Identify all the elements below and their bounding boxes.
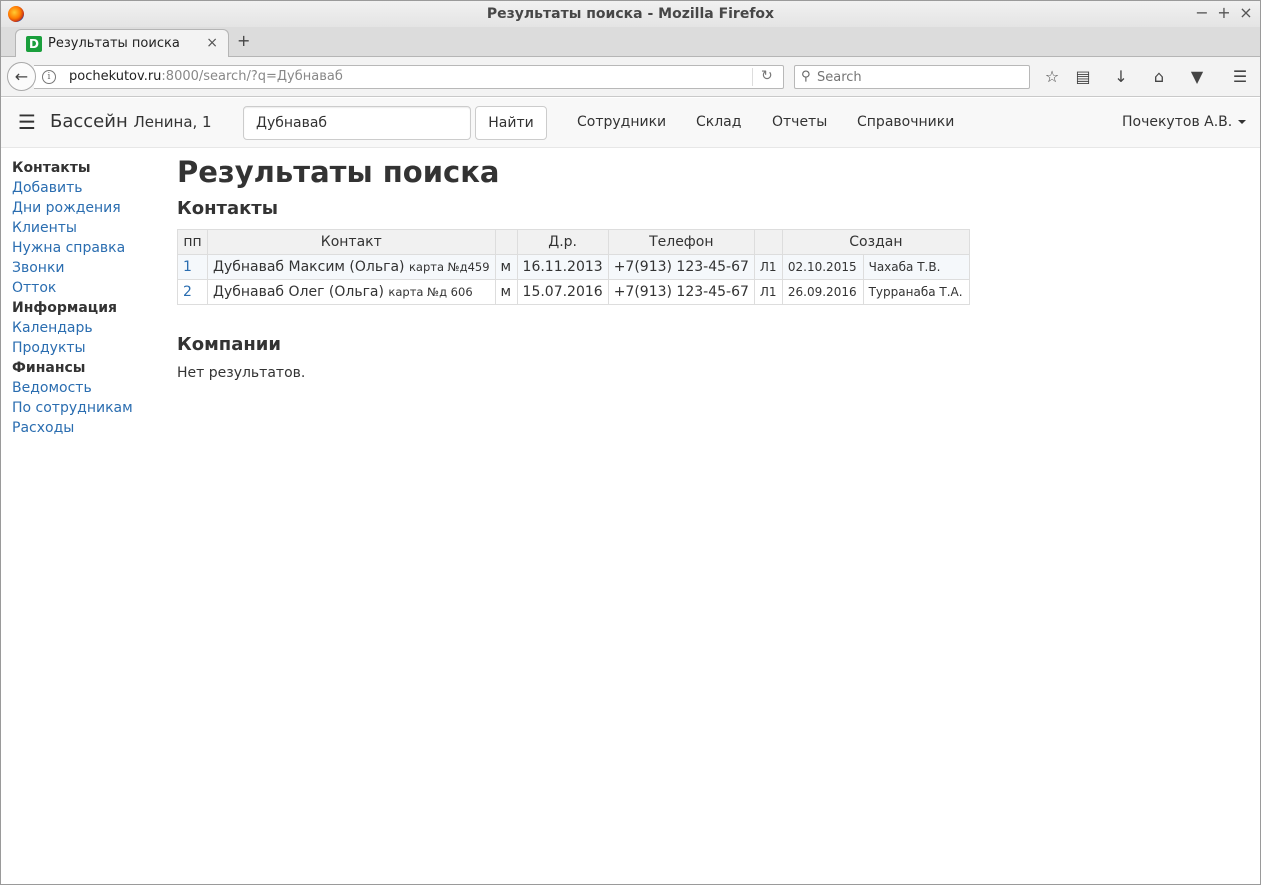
col-header-created: Создан (781, 229, 970, 255)
created-by-cell: Чахаба Т.В. (862, 254, 970, 280)
sidebar-item-churn[interactable]: Отток (12, 278, 162, 298)
sidebar-item-calls[interactable]: Звонки (12, 258, 162, 278)
col-header-number: пп (177, 229, 208, 255)
brand-name: Бассейн (50, 111, 128, 132)
hamburger-menu-icon[interactable]: ☰ (18, 110, 36, 134)
companies-section-title: Компании (177, 334, 282, 355)
phone-cell: +7(913) 123-45-67 (607, 254, 755, 280)
bookmark-star-icon[interactable]: ☆ (1042, 67, 1062, 87)
caret-down-icon (1238, 120, 1247, 124)
browser-window: Результаты поиска - Mozilla Firefox − + … (0, 0, 1261, 885)
col-header-phone: Телефон (607, 229, 755, 255)
back-button[interactable]: ← (7, 62, 36, 91)
url-separator (752, 68, 753, 86)
main-content: Результаты поиска Контакты пп Контакт Д.… (177, 154, 1177, 381)
card-number: карта №д459 (408, 260, 490, 274)
row-number-link[interactable]: 1 (183, 259, 192, 275)
browser-search-box[interactable]: ⚲ (794, 65, 1030, 89)
sidebar-item-need-certificate[interactable]: Нужна справка (12, 238, 162, 258)
sidebar-group-finance: Финансы (12, 360, 86, 376)
col-header-code (753, 229, 783, 255)
contact-name: Дубнаваб Олег (Ольга) (213, 284, 384, 300)
maximize-button[interactable]: + (1216, 4, 1232, 22)
tab-search-results[interactable]: D Результаты поиска × (15, 29, 229, 58)
downloads-icon[interactable]: ↓ (1111, 67, 1131, 87)
sidebar-item-statement[interactable]: Ведомость (12, 378, 162, 398)
row-number: 2 (177, 279, 208, 305)
contact-name: Дубнаваб Максим (Ольга) (213, 259, 405, 275)
birthdate-cell: 15.07.2016 (516, 279, 609, 305)
sidebar-item-add[interactable]: Добавить (12, 178, 162, 198)
reading-list-icon[interactable]: ▤ (1073, 67, 1093, 87)
created-date-cell: 26.09.2016 (781, 279, 864, 305)
tab-label: Результаты поиска (48, 36, 180, 51)
code-cell: Л1 (753, 254, 783, 280)
contact-cell: Дубнаваб Олег (Ольга) карта №д 606 (207, 279, 496, 305)
created-date-cell: 02.10.2015 (781, 254, 864, 280)
sidebar-group-contacts: Контакты (12, 160, 91, 176)
brand-address: Ленина, 1 (133, 113, 212, 131)
row-number-link[interactable]: 2 (183, 284, 192, 300)
back-arrow-icon: ← (14, 67, 29, 86)
sidebar-item-calendar[interactable]: Календарь (12, 318, 162, 338)
nav-references[interactable]: Справочники (857, 114, 954, 130)
nav-reports[interactable]: Отчеты (772, 114, 827, 130)
navigation-toolbar: i pochekutov.ru:8000/search/?q=Дубнаваб … (1, 57, 1260, 97)
sidebar-item-products[interactable]: Продукты (12, 338, 162, 358)
sidebar-item-expenses[interactable]: Расходы (12, 418, 162, 438)
menu-icon[interactable]: ☰ (1230, 67, 1250, 87)
table-row: 2 Дубнаваб Олег (Ольга) карта №д 606 м 1… (177, 279, 970, 305)
magnifier-icon: ⚲ (801, 69, 811, 84)
url-bar[interactable]: i pochekutov.ru:8000/search/?q=Дубнаваб … (34, 65, 784, 89)
home-icon[interactable]: ⌂ (1149, 67, 1169, 87)
nav-warehouse[interactable]: Склад (696, 114, 741, 130)
created-by-cell: Турранаба Т.А. (862, 279, 970, 305)
site-favicon-icon: D (26, 36, 42, 52)
card-number: карта №д 606 (388, 285, 473, 299)
sidebar: Контакты Добавить Дни рождения Клиенты Н… (12, 158, 162, 438)
contact-cell: Дубнаваб Максим (Ольга) карта №д459 (207, 254, 496, 280)
phone-cell: +7(913) 123-45-67 (607, 279, 755, 305)
col-header-gender (494, 229, 518, 255)
tab-strip: D Результаты поиска × + (1, 27, 1260, 58)
search-input[interactable] (243, 106, 471, 140)
gender-cell: м (494, 279, 518, 305)
user-menu[interactable]: Почекутов А.В. (1122, 114, 1247, 130)
sidebar-item-by-employees[interactable]: По сотрудникам (12, 398, 162, 418)
tab-close-button[interactable]: × (206, 35, 218, 51)
col-header-contact: Контакт (207, 229, 496, 255)
close-window-button[interactable]: × (1238, 4, 1254, 22)
table-row: 1 Дубнаваб Максим (Ольга) карта №д459 м … (177, 254, 970, 280)
brand[interactable]: Бассейн Ленина, 1 (50, 111, 212, 132)
url-text[interactable]: pochekutov.ru:8000/search/?q=Дубнаваб (69, 69, 343, 84)
browser-search-input[interactable] (817, 68, 1017, 86)
title-bar: Результаты поиска - Mozilla Firefox − + … (1, 1, 1260, 27)
gender-cell: м (494, 254, 518, 280)
sidebar-item-birthdays[interactable]: Дни рождения (12, 198, 162, 218)
table-header-row: пп Контакт Д.р. Телефон Создан (177, 229, 970, 255)
sidebar-item-clients[interactable]: Клиенты (12, 218, 162, 238)
birthdate-cell: 16.11.2013 (516, 254, 609, 280)
contacts-table: пп Контакт Д.р. Телефон Создан 1 Дубнава… (177, 229, 970, 305)
reload-icon[interactable]: ↻ (761, 68, 773, 84)
nav-employees[interactable]: Сотрудники (577, 114, 666, 130)
user-name: Почекутов А.В. (1122, 114, 1233, 130)
contacts-section-title: Контакты (177, 198, 279, 219)
web-page: ☰ Бассейн Ленина, 1 Найти Сотрудники Скл… (1, 98, 1260, 884)
find-button[interactable]: Найти (475, 106, 547, 140)
site-info-icon[interactable]: i (42, 70, 56, 84)
url-host: pochekutov.ru (69, 69, 162, 84)
url-path: :8000/search/?q=Дубнаваб (161, 69, 343, 84)
new-tab-button[interactable]: + (237, 31, 250, 50)
row-number: 1 (177, 254, 208, 280)
sidebar-group-information: Информация (12, 300, 117, 316)
app-navbar: ☰ Бассейн Ленина, 1 Найти Сотрудники Скл… (1, 98, 1260, 148)
minimize-button[interactable]: − (1194, 4, 1210, 22)
code-cell: Л1 (753, 279, 783, 305)
window-title: Результаты поиска - Mozilla Firefox (486, 6, 775, 22)
pocket-icon[interactable]: ▼ (1187, 67, 1207, 87)
page-title: Результаты поиска (177, 155, 500, 189)
col-header-birthdate: Д.р. (516, 229, 609, 255)
no-results-text: Нет результатов. (177, 365, 306, 381)
